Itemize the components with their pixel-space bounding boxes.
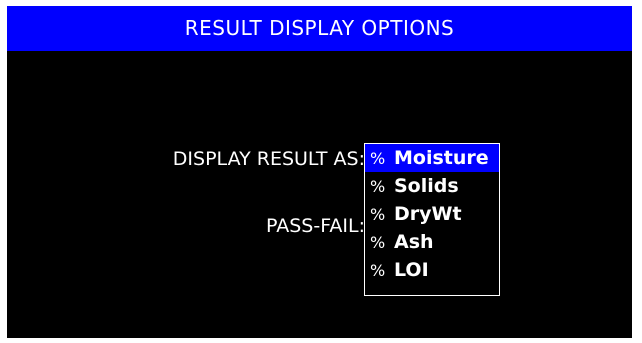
percent-prefix: % — [370, 177, 386, 196]
option-label: Solids — [394, 175, 459, 197]
pass-fail-label: PASS-FAIL: — [266, 215, 365, 237]
percent-prefix: % — [370, 205, 386, 224]
option-moisture[interactable]: % Moisture — [365, 144, 499, 172]
option-label: DryWt — [394, 203, 462, 225]
display-result-label: DISPLAY RESULT AS: — [172, 148, 365, 170]
display-result-dropdown[interactable]: % Moisture % Solids % DryWt % Ash % LOI — [364, 143, 500, 296]
option-ash[interactable]: % Ash — [365, 228, 499, 256]
page-title: RESULT DISPLAY OPTIONS — [7, 6, 632, 51]
option-label: Moisture — [394, 147, 489, 169]
percent-prefix: % — [370, 149, 386, 168]
option-loi[interactable]: % LOI — [365, 256, 499, 284]
option-label: Ash — [394, 231, 434, 253]
percent-prefix: % — [370, 233, 386, 252]
option-solids[interactable]: % Solids — [365, 172, 499, 200]
percent-prefix: % — [370, 261, 386, 280]
instrument-screen: RESULT DISPLAY OPTIONS DISPLAY RESULT AS… — [7, 6, 632, 338]
option-label: LOI — [394, 259, 429, 281]
option-drywt[interactable]: % DryWt — [365, 200, 499, 228]
